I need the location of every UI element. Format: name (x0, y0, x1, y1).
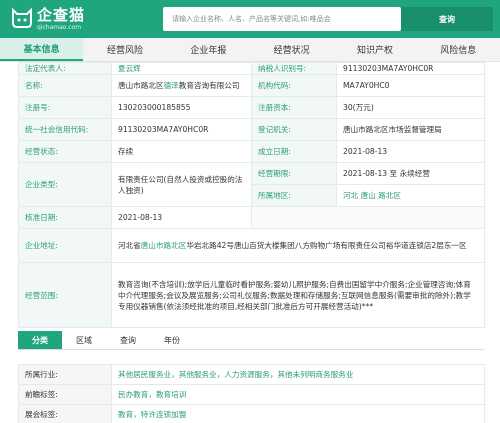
table-row: 企业地址: 河北省唐山市路北区华岩北路42号唐山百货大楼集团八方购物广场有限责任… (18, 228, 485, 263)
scope-value: 教育咨询(不含培训);放学后儿童临时看护服务;婴幼儿照护服务;自费出国留学中介服… (111, 262, 485, 328)
table-row: 前瞻标签: 民办教育，教育培训 (18, 384, 485, 405)
name-highlight: 德泽 (163, 81, 179, 90)
address-label: 企业地址: (18, 228, 112, 263)
category-table: 所属行业: 其他居民服务业，其他服务业，人力资源服务，其他未列明商务服务业 前瞻… (18, 364, 485, 423)
table-row: 统一社会信用代码: 91130203MA7AY0HC0R 登记机关: 唐山市路北… (18, 118, 485, 141)
front-link[interactable]: 民办教育 (118, 390, 148, 399)
cat-logo-icon (12, 7, 32, 28)
subtab-year[interactable]: 年份 (150, 331, 194, 349)
subtab-category[interactable]: 分类 (18, 331, 62, 349)
legal-rep-label: 法定代表人: (18, 62, 112, 75)
reg-authority-label: 登记机关: (251, 118, 337, 141)
tax-id-label: 纳税人识别号: (251, 62, 337, 75)
industry-link[interactable]: 其他居民服务业 (118, 370, 171, 379)
brand-domain: qichamao.com (37, 24, 82, 31)
credit-code-label: 统一社会信用代码: (18, 118, 112, 141)
tax-id-value: 91130203MA7AY0HC0R (336, 62, 485, 75)
reg-capital-value: 30(万元) (336, 96, 485, 119)
scope-label: 经营范围: (18, 262, 112, 328)
front-link[interactable]: 教育培训 (156, 390, 186, 399)
address-district-link[interactable]: 唐山市路北区 (141, 241, 187, 250)
expo-label: 展会标签: (18, 404, 112, 423)
table-row: 法定代表人: 夏云辉 纳税人识别号: 91130203MA7AY0HC0R (18, 62, 485, 75)
search-input[interactable] (163, 7, 401, 31)
front-label: 前瞻标签: (18, 384, 112, 405)
legal-rep-link[interactable]: 夏云辉 (118, 64, 141, 73)
table-row: 注册号: 130203000185855 注册资本: 30(万元) (18, 96, 485, 119)
subtab-query[interactable]: 查询 (106, 331, 150, 349)
term-label: 经营期限: (251, 162, 337, 185)
top-header: 企查猫 qichamao.com 查询 (0, 0, 500, 38)
company-name-value: 唐山市路北区德泽教育咨询有限公司 (111, 74, 252, 97)
category-tabs: 分类 区域 查询 年份 (18, 331, 484, 350)
tab-business-risk[interactable]: 经营风险 (83, 38, 166, 61)
term-value: 2021-08-13 至 永续经营 (336, 162, 485, 185)
company-info-table: 法定代表人: 夏云辉 纳税人识别号: 91130203MA7AY0HC0R 名称… (18, 62, 485, 328)
tab-annual-report[interactable]: 企业年报 (167, 38, 250, 61)
subtab-region[interactable]: 区域 (62, 331, 106, 349)
tab-risk-info[interactable]: 风险信息 (417, 38, 500, 61)
approved-value: 2021-08-13 (111, 206, 252, 229)
table-row: 企业类型: 有限责任公司(自然人投资或控股的法人独资) 经营期限: 2021-0… (18, 162, 485, 207)
reg-no-label: 注册号: (18, 96, 112, 119)
front-links: 民办教育，教育培训 (111, 384, 485, 405)
industry-label: 所属行业: (18, 364, 112, 385)
approved-label: 核准日期: (18, 206, 112, 229)
search-box (163, 7, 401, 31)
expo-links: 教育，特许连锁加盟 (111, 404, 485, 423)
table-row: 名称: 唐山市路北区德泽教育咨询有限公司 机构代码: MA7AY0HC0 (18, 74, 485, 97)
status-label: 经营状态: (18, 140, 112, 163)
industry-links: 其他居民服务业，其他服务业，人力资源服务，其他未列明商务服务业 (111, 364, 485, 385)
table-row: 核准日期: 2021-08-13 (18, 206, 485, 229)
status-value: 存续 (111, 140, 252, 163)
table-row: 展会标签: 教育，特许连锁加盟 (18, 404, 485, 423)
main-tabs: 基本信息 经营风险 企业年报 经营状况 知识产权 风险信息 (0, 38, 500, 62)
table-row: 经营范围: 教育咨询(不含培训);放学后儿童临时看护服务;婴幼儿照护服务;自费出… (18, 262, 485, 328)
brand-name: 企查猫 (37, 6, 86, 24)
reg-capital-label: 注册资本: (251, 96, 337, 119)
empty-cell (251, 206, 485, 229)
company-type-value: 有限责任公司(自然人投资或控股的法人独资) (111, 162, 252, 207)
reg-authority-value: 唐山市路北区市场监督管理局 (336, 118, 485, 141)
org-code-value: MA7AY0HC0 (336, 74, 485, 97)
industry-link[interactable]: 其他未列明商务服务业 (277, 370, 353, 379)
tab-operating-status[interactable]: 经营状况 (250, 38, 333, 61)
region-label: 所属地区: (251, 184, 337, 207)
industry-link[interactable]: 其他服务业 (179, 370, 217, 379)
expo-link[interactable]: 特许连锁加盟 (141, 410, 187, 419)
region-link[interactable]: 河北 唐山 路北区 (343, 191, 401, 200)
company-name-label: 名称: (18, 74, 112, 97)
founded-label: 成立日期: (251, 140, 337, 163)
site-logo[interactable]: 企查猫 qichamao.com (10, 3, 90, 35)
founded-value: 2021-08-13 (336, 140, 485, 163)
org-code-label: 机构代码: (251, 74, 337, 97)
tab-intellectual-property[interactable]: 知识产权 (333, 38, 416, 61)
industry-link[interactable]: 人力资源服务 (224, 370, 270, 379)
table-row: 所属行业: 其他居民服务业，其他服务业，人力资源服务，其他未列明商务服务业 (18, 364, 485, 385)
company-type-label: 企业类型: (18, 162, 112, 207)
credit-code-value: 91130203MA7AY0HC0R (111, 118, 252, 141)
search-button[interactable]: 查询 (401, 7, 493, 31)
address-value: 河北省唐山市路北区华岩北路42号唐山百货大楼集团八方购物广场有限责任公司裕华道连… (111, 228, 485, 263)
tab-basic-info[interactable]: 基本信息 (0, 38, 84, 61)
table-row: 经营状态: 存续 成立日期: 2021-08-13 (18, 140, 485, 163)
reg-no-value: 130203000185855 (111, 96, 252, 119)
expo-link[interactable]: 教育 (118, 410, 133, 419)
